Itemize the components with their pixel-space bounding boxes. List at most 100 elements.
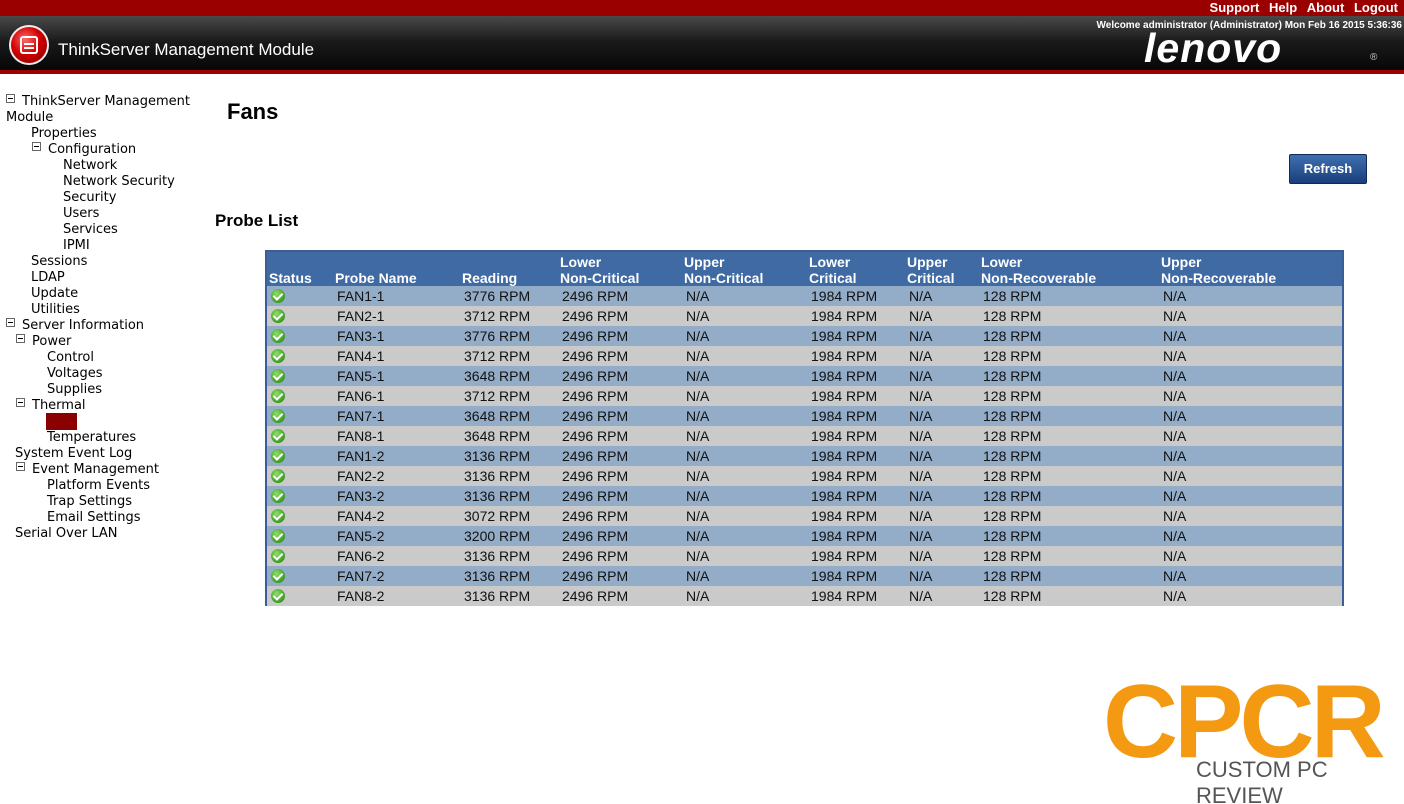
table-cell: FAN6-2 — [337, 548, 385, 564]
table-cell: 3136 RPM — [464, 468, 531, 484]
refresh-button[interactable]: Refresh — [1289, 154, 1367, 184]
tree-item-ldap[interactable]: LDAP — [31, 270, 65, 286]
status-ok-icon — [271, 369, 285, 383]
tree-item-sessions[interactable]: Sessions — [31, 254, 87, 270]
table-cell: 2496 RPM — [562, 488, 629, 504]
table-cell: N/A — [1163, 508, 1187, 524]
tree-item-trap-settings[interactable]: Trap Settings — [47, 494, 132, 510]
table-cell: 2496 RPM — [562, 528, 629, 544]
table-cell: N/A — [909, 468, 933, 484]
col-header-upper-non-recoverable: Upper Non-Recoverable — [1161, 254, 1277, 286]
table-cell: N/A — [686, 288, 710, 304]
table-cell: N/A — [1163, 488, 1187, 504]
tree-item-event-management[interactable]: Event Management — [16, 462, 159, 478]
tree-item-network[interactable]: Network — [63, 158, 117, 174]
tree-item-power[interactable]: Power — [16, 334, 71, 350]
tree-item-ipmi[interactable]: IPMI — [63, 238, 90, 254]
tree-item-configuration[interactable]: Configuration — [32, 142, 136, 158]
table-cell: 128 RPM — [983, 508, 1042, 524]
table-cell: 1984 RPM — [811, 308, 878, 324]
table-row: FAN6-2 3136 RPM 2496 RPM N/A 1984 RPM N/A 128 … — [267, 546, 1342, 566]
table-cell: N/A — [686, 348, 710, 364]
tree-item-fans[interactable]: Fans — [45, 413, 78, 430]
tree-item-system-event-log[interactable]: System Event Log — [15, 446, 132, 462]
table-cell: 2496 RPM — [562, 308, 629, 324]
about-link[interactable]: About — [1307, 0, 1345, 15]
table-cell: 2496 RPM — [562, 548, 629, 564]
tree-item-voltages[interactable]: Voltages — [47, 366, 103, 382]
collapse-toggle-icon[interactable] — [16, 398, 25, 407]
collapse-toggle-icon[interactable] — [32, 142, 41, 151]
table-cell: 3648 RPM — [464, 368, 531, 384]
logout-link[interactable]: Logout — [1354, 0, 1398, 15]
status-ok-icon — [271, 309, 285, 323]
table-row: FAN2-1 3712 RPM 2496 RPM N/A 1984 RPM N/A 128 … — [267, 306, 1342, 326]
table-cell: 1984 RPM — [811, 468, 878, 484]
table-cell: N/A — [686, 408, 710, 424]
table-cell: FAN3-2 — [337, 488, 385, 504]
table-cell: 2496 RPM — [562, 508, 629, 524]
table-cell: 2496 RPM — [562, 468, 629, 484]
table-cell: N/A — [1163, 328, 1187, 344]
tree-item-email-settings[interactable]: Email Settings — [47, 510, 141, 526]
table-cell: FAN1-1 — [337, 288, 385, 304]
tree-item-temperatures[interactable]: Temperatures — [47, 430, 136, 446]
app-logo-icon — [9, 25, 49, 65]
tree-item-thermal[interactable]: Thermal — [16, 398, 86, 414]
tree-item-services[interactable]: Services — [63, 222, 118, 238]
table-cell: 128 RPM — [983, 388, 1042, 404]
tree-item-network-security[interactable]: Network Security — [63, 174, 175, 190]
cpcr-caption: CUSTOM PC REVIEW — [1196, 757, 1328, 804]
tree-item-server-information[interactable]: Server Information — [6, 318, 144, 334]
table-cell: 3776 RPM — [464, 328, 531, 344]
tree-item-supplies[interactable]: Supplies — [47, 382, 102, 398]
table-cell: N/A — [1163, 308, 1187, 324]
table-cell: 3712 RPM — [464, 388, 531, 404]
table-cell: FAN7-2 — [337, 568, 385, 584]
table-cell: 1984 RPM — [811, 588, 878, 604]
table-cell: FAN5-2 — [337, 528, 385, 544]
tree-item-security[interactable]: Security — [63, 190, 116, 206]
table-cell: 3136 RPM — [464, 568, 531, 584]
tree-item-platform-events[interactable]: Platform Events — [47, 478, 150, 494]
status-ok-icon — [271, 409, 285, 423]
app-title: ThinkServer Management Module — [58, 40, 315, 59]
tree-root-tsmm-cont[interactable]: Module — [6, 110, 53, 126]
table-cell: 128 RPM — [983, 488, 1042, 504]
table-cell: N/A — [1163, 408, 1187, 424]
table-cell: 3712 RPM — [464, 308, 531, 324]
status-ok-icon — [271, 349, 285, 363]
help-link[interactable]: Help — [1269, 0, 1297, 15]
status-ok-icon — [271, 549, 285, 563]
collapse-toggle-icon[interactable] — [16, 462, 25, 471]
status-ok-icon — [271, 429, 285, 443]
table-cell: N/A — [909, 488, 933, 504]
table-cell: N/A — [686, 588, 710, 604]
table-cell: 128 RPM — [983, 348, 1042, 364]
tree-item-control[interactable]: Control — [47, 350, 94, 366]
tree-item-properties[interactable]: Properties — [31, 126, 97, 142]
status-ok-icon — [271, 289, 285, 303]
table-cell: N/A — [1163, 568, 1187, 584]
tree-item-serial-over-lan[interactable]: Serial Over LAN — [15, 526, 117, 542]
table-cell: N/A — [909, 508, 933, 524]
top-links: Support Help About Logout — [1204, 0, 1398, 16]
table-cell: 2496 RPM — [562, 588, 629, 604]
collapse-toggle-icon[interactable] — [6, 94, 15, 103]
status-ok-icon — [271, 489, 285, 503]
support-link[interactable]: Support — [1210, 0, 1260, 15]
table-cell: FAN6-1 — [337, 388, 385, 404]
table-cell: FAN7-1 — [337, 408, 385, 424]
collapse-toggle-icon[interactable] — [16, 334, 25, 343]
tree-item-users[interactable]: Users — [63, 206, 99, 222]
page-title: Fans — [227, 99, 279, 124]
table-cell: 128 RPM — [983, 568, 1042, 584]
collapse-toggle-icon[interactable] — [6, 318, 15, 327]
table-cell: N/A — [909, 548, 933, 564]
tree-root-tsmm[interactable]: ThinkServer Management — [6, 94, 190, 110]
table-cell: N/A — [909, 528, 933, 544]
table-cell: N/A — [1163, 368, 1187, 384]
tree-item-utilities[interactable]: Utilities — [31, 302, 80, 318]
table-cell: N/A — [1163, 548, 1187, 564]
tree-item-update[interactable]: Update — [31, 286, 78, 302]
